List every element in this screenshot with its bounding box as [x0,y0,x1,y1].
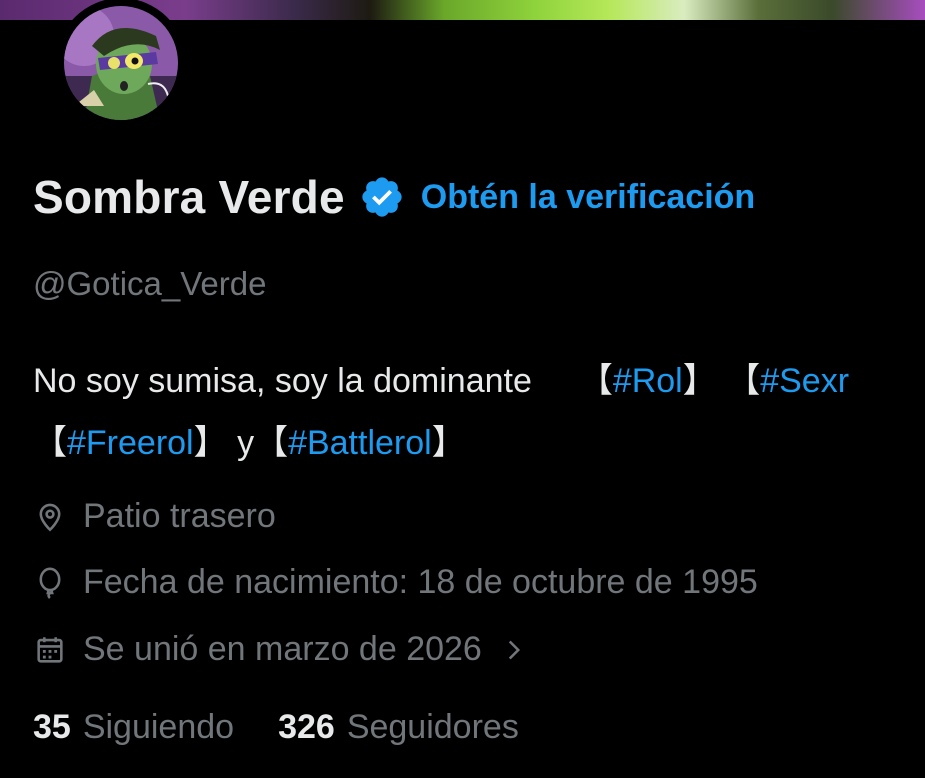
followers-count: 326 [278,708,335,746]
joined-row[interactable]: Se unió en marzo de 2026 [33,630,526,669]
following-link[interactable]: 35 Siguiendo [33,708,234,747]
hashtag-battlerol[interactable]: #Battlerol [288,424,432,462]
followers-label: Seguidores [346,708,519,746]
hashtag-sexr[interactable]: #Sexr [760,362,849,400]
avatar-image [64,6,178,120]
get-verified-link[interactable]: Obtén la verificación [421,178,755,217]
chevron-right-icon[interactable] [502,633,526,667]
location-row: Patio trasero [33,497,276,536]
balloon-icon [33,566,67,600]
bio-conjunction: y [237,424,255,462]
joined-text[interactable]: Se unió en marzo de 2026 [83,630,482,669]
followers-link[interactable]: 326 Seguidores [278,708,519,747]
profile-bio: No soy sumisa, soy la dominante 【#Rol】 【… [33,350,849,474]
avatar[interactable] [56,0,186,128]
birthday-row: Fecha de nacimiento: 18 de octubre de 19… [33,563,758,602]
bio-line-2: 【#Freerol】 y【#Battlerol】 [33,424,466,462]
follow-stats: 35 Siguiendo 326 Seguidores [33,708,519,747]
display-name: Sombra Verde [33,171,345,223]
verified-badge-icon[interactable] [359,174,405,220]
following-count: 35 [33,708,71,746]
hashtag-freerol[interactable]: #Freerol [67,424,194,462]
birthdate-text: Fecha de nacimiento: 18 de octubre de 19… [83,563,758,601]
bio-text: No soy sumisa, soy la dominante [33,362,532,400]
location-text: Patio trasero [83,497,276,535]
following-label: Siguiendo [82,708,235,746]
location-pin-icon [33,500,67,534]
calendar-icon [33,633,67,667]
bio-line-1: No soy sumisa, soy la dominante 【#Rol】 【… [33,362,850,400]
profile-name-row: Sombra Verde Obtén la verificación [33,170,755,224]
profile-handle: @Gotica_Verde [33,265,267,302]
hashtag-rol[interactable]: #Rol [613,362,683,400]
